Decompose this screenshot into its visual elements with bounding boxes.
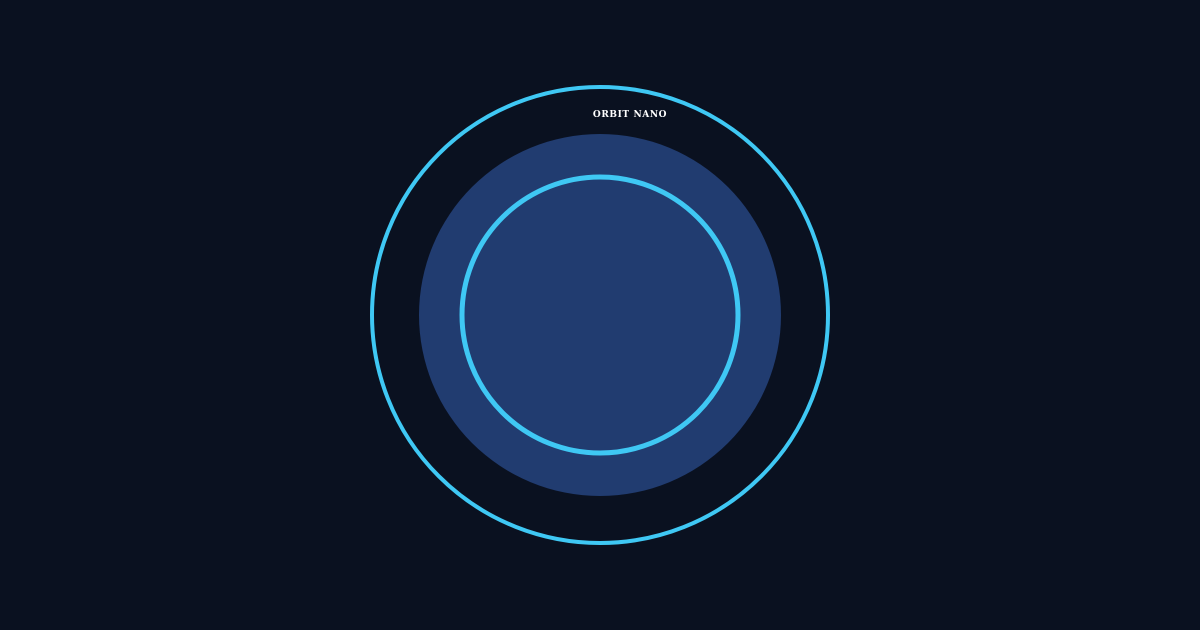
core-disc xyxy=(419,134,781,496)
canvas: ORBIT NANO xyxy=(0,0,1200,630)
orbit-rings-icon xyxy=(370,85,830,545)
brand-name: ORBIT NANO xyxy=(592,110,668,120)
